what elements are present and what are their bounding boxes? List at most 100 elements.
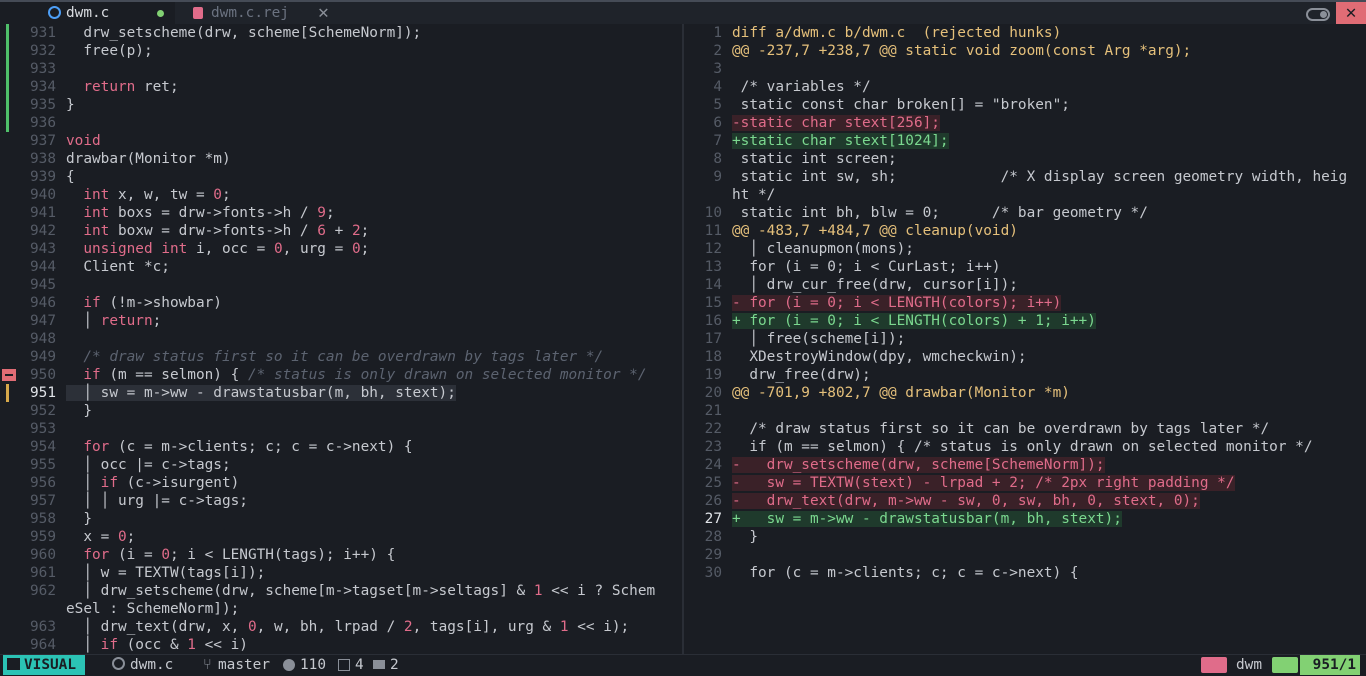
line-code: unsigned int i, occ = 0, urg = 0; [83,241,370,257]
code-line[interactable]: 932 free(p); [0,42,682,60]
line-number: 7 [713,133,722,149]
code-line[interactable]: 17 │ free(scheme[i]); [684,330,1366,348]
line-number: 30 [704,565,722,581]
code-line[interactable]: 963 │ drw_text(drw, x, 0, w, bh, lrpad /… [0,618,682,636]
code-line[interactable]: ht */ [684,186,1366,204]
code-line[interactable]: 945 [0,276,682,294]
code-line[interactable]: 27 + sw = m->ww - drawstatusbar(m, bh, st… [684,510,1366,528]
code-line[interactable]: 936 [0,114,682,132]
code-line[interactable]: 19 drw_free(drw); [684,366,1366,384]
code-line[interactable]: 15 - for (i = 0; i < LENGTH(colors); i++) [684,294,1366,312]
code-line[interactable]: eSel : SchemeNorm]); [0,600,682,618]
tab-label: dwm.c [66,5,110,21]
code-line[interactable]: 20 @@ -701,9 +802,7 @@ drawbar(Monitor *m… [684,384,1366,402]
code-line[interactable]: 931 drw_setscheme(drw, scheme[SchemeNorm… [0,24,682,42]
line-number: 22 [704,421,722,437]
code-line[interactable]: 1 diff a/dwm.c b/dwm.c (rejected hunks) [684,24,1366,42]
code-line[interactable]: 959 x = 0; [0,528,682,546]
code-line[interactable]: 955 │ occ |= c->tags; [0,456,682,474]
line-code: @@ -483,7 +484,7 @@ cleanup(void) [732,223,1018,239]
code-line[interactable]: 8 static int screen; [684,150,1366,168]
code-line[interactable]: 948 [0,330,682,348]
code-line[interactable]: 954 for (c = m->clients; c; c = c->next)… [0,438,682,456]
code-line[interactable]: 950 if (m == selmon) { /* status is only… [0,366,682,384]
toggle-icon[interactable] [1306,8,1330,21]
code-line[interactable]: 958 } [0,510,682,528]
code-line[interactable]: 943 unsigned int i, occ = 0, urg = 0; [0,240,682,258]
code-line[interactable]: 14 │ drw_cur_free(drw, cursor[i]); [684,276,1366,294]
line-code: } [66,403,92,419]
code-line[interactable]: 13 for (i = 0; i < CurLast; i++) [684,258,1366,276]
code-line[interactable]: 12 │ cleanupmon(mons); [684,240,1366,258]
code-line[interactable]: 951 │ sw = m->ww - drawstatusbar(m, bh, … [0,384,682,402]
git-added-marker [6,60,9,78]
code-line[interactable]: 11 @@ -483,7 +484,7 @@ cleanup(void) [684,222,1366,240]
code-line[interactable]: 7 +static char stext[1024]; [684,132,1366,150]
code-line[interactable]: 939 { [0,168,682,186]
code-line[interactable]: 952 } [0,402,682,420]
code-line[interactable]: 21 [684,402,1366,420]
code-line[interactable]: 10 static int bh, blw = 0; /* bar geomet… [684,204,1366,222]
code-line[interactable]: 28 } [684,528,1366,546]
line-number: 932 [30,43,56,59]
line-number: 3 [713,61,722,77]
code-line[interactable]: 944 Client *c; [0,258,682,276]
line-number: 938 [30,151,56,167]
line-code: +static char stext[1024]; [732,133,949,149]
code-line[interactable]: 23 if (m == selmon) { /* status is only … [684,438,1366,456]
code-line[interactable]: 953 [0,420,682,438]
code-line[interactable]: 933 [0,60,682,78]
code-line[interactable]: 938 drawbar(Monitor *m) [0,150,682,168]
line-code: @@ -237,7 +238,7 @@ static void zoom(con… [732,43,1192,59]
code-line[interactable]: 941 int boxs = drw->fonts->h / 9; [0,204,682,222]
code-line[interactable]: 26 - drw_text(drw, m->ww - sw, 0, sw, bh,… [684,492,1366,510]
code-line[interactable]: 2 @@ -237,7 +238,7 @@ static void zoom(co… [684,42,1366,60]
code-line[interactable]: 946 if (!m->showbar) [0,294,682,312]
line-number: 948 [30,331,56,347]
code-line[interactable]: 937 void [0,132,682,150]
code-line[interactable]: 18 XDestroyWindow(dpy, wmcheckwin); [684,348,1366,366]
code-line[interactable]: 3 [684,60,1366,78]
tab-dwm-c-rej[interactable]: dwm.c.rej ✕ [175,2,345,24]
line-code: │ free(scheme[i]); [732,331,906,347]
code-line[interactable]: 962 │ drw_setscheme(drw, scheme[m->tagse… [0,582,682,600]
editor-pane-left[interactable]: 931 drw_setscheme(drw, scheme[SchemeNorm… [0,24,682,654]
line-code: + sw = m->ww - drawstatusbar(m, bh, stex… [732,511,1122,527]
code-line[interactable]: 964 │ if (occ & 1 << i) [0,636,682,654]
line-code: Client *c; [66,259,170,275]
code-line[interactable]: 6 -static char stext[256]; [684,114,1366,132]
code-line[interactable]: 934 return ret; [0,78,682,96]
code-line[interactable]: 30 for (c = m->clients; c; c = c->next) … [684,564,1366,582]
code-line[interactable]: 24 - drw_setscheme(drw, scheme[SchemeNorm… [684,456,1366,474]
code-line[interactable]: 957 │ │ urg |= c->tags; [0,492,682,510]
close-icon[interactable]: ✕ [318,2,329,24]
line-code: │ drw_setscheme(drw, scheme[m->tagset[m-… [66,583,656,599]
code-line[interactable]: 960 for (i = 0; i < LENGTH(tags); i++) { [0,546,682,564]
git-modified-count: 4 [355,657,364,673]
close-window-button[interactable]: ✕ [1336,2,1366,24]
code-line[interactable]: 16 + for (i = 0; i < LENGTH(colors) + 1; … [684,312,1366,330]
editor-pane-right[interactable]: 1 diff a/dwm.c b/dwm.c (rejected hunks) 2 @… [684,24,1366,654]
line-number: 958 [30,511,56,527]
code-line[interactable]: 29 [684,546,1366,564]
code-line[interactable]: 940 int x, w, tw = 0; [0,186,682,204]
code-line[interactable]: 4 /* variables */ [684,78,1366,96]
code-line[interactable]: 956 │ if (c->isurgent) [0,474,682,492]
code-line[interactable]: 942 int boxw = drw->fonts->h / 6 + 2; [0,222,682,240]
code-line[interactable]: 949 /* draw status first so it can be ov… [0,348,682,366]
status-bar: VISUAL dwm.c ⑂ master 110 4 2 dwm 951/1 [0,654,1366,676]
code-line[interactable]: 947 │ return; [0,312,682,330]
line-number: 15 [704,295,722,311]
line-code: - sw = TEXTW(stext) - lrpad + 2; /* 2px … [732,475,1235,491]
code-line[interactable]: 9 static int sw, sh; /* X display screen… [684,168,1366,186]
line-code: - drw_setscheme(drw, scheme[SchemeNorm])… [732,457,1105,473]
line-number: 954 [30,439,56,455]
line-code: eSel : SchemeNorm]); [66,601,240,617]
code-line[interactable]: 22 /* draw status first so it can be ove… [684,420,1366,438]
code-line[interactable]: 935} [0,96,682,114]
code-line[interactable]: 25 - sw = TEXTW(stext) - lrpad + 2; /* 2p… [684,474,1366,492]
line-number: 960 [30,547,56,563]
code-line[interactable]: 961 │ w = TEXTW(tags[i]); [0,564,682,582]
tab-dwm-c[interactable]: dwm.c [0,2,175,24]
code-line[interactable]: 5 static const char broken[] = "broken"; [684,96,1366,114]
